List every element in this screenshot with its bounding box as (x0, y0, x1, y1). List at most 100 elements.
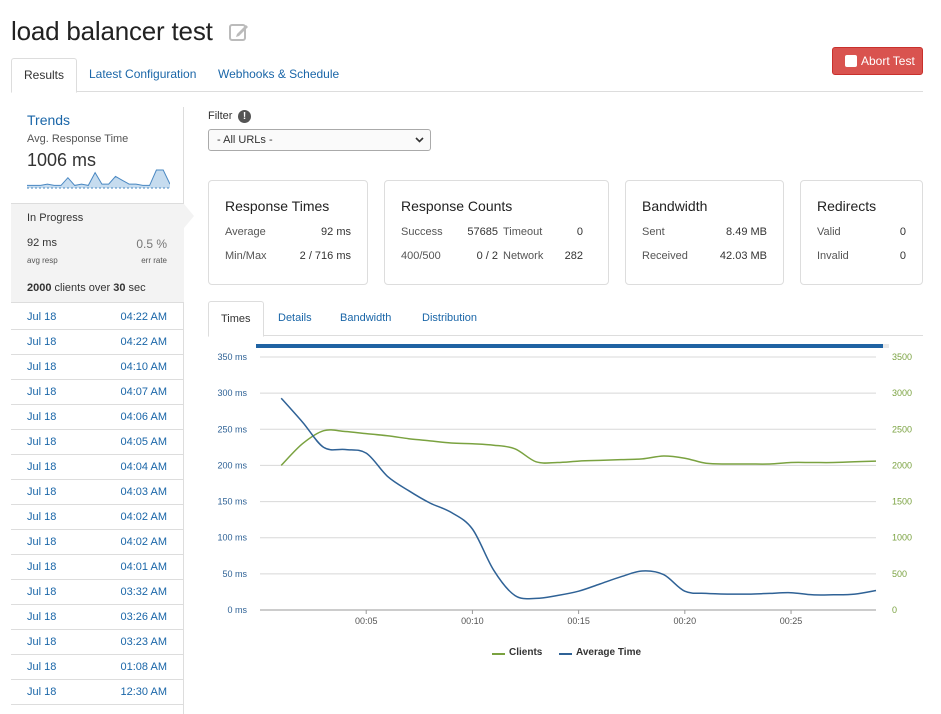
clients-duration: 30 (113, 282, 126, 294)
y-left-tick-label: 150 ms (217, 497, 247, 507)
info-icon[interactable]: ! (238, 110, 251, 123)
tab-results[interactable]: Results (11, 58, 78, 93)
test-run-row[interactable]: Jul 18 04:22 AM (11, 305, 183, 330)
test-run-row[interactable]: Jul 18 03:32 AM (11, 580, 183, 605)
network-value: 282 (564, 250, 583, 262)
test-run-row[interactable]: Jul 18 04:07 AM (11, 380, 183, 405)
clients-count: 2000 (27, 282, 52, 294)
run-time: 04:01 AM (120, 561, 167, 573)
edit-icon[interactable] (228, 21, 250, 43)
y-left-tick-label: 300 ms (217, 388, 247, 398)
valid-value: 0 (899, 226, 906, 238)
redirects-title: Redirects (817, 198, 877, 214)
y-right-tick-label: 3000 (892, 388, 912, 398)
tab-distribution[interactable]: Distribution (410, 301, 489, 336)
test-run-row[interactable]: Jul 18 04:02 AM (11, 505, 183, 530)
run-date: Jul 18 (27, 486, 57, 498)
y-right-tick-label: 3500 (892, 352, 912, 362)
run-time: 04:05 AM (120, 436, 167, 448)
run-time: 03:32 AM (120, 586, 167, 598)
run-date: Jul 18 (27, 336, 57, 348)
chart-legend: Clients Average Time (0, 647, 941, 661)
y-left-tick-label: 200 ms (217, 460, 247, 470)
legend-clients-label: Clients (509, 647, 543, 658)
invalid-label: Invalid (817, 250, 849, 262)
redirects-card: Redirects Valid 0 Invalid 0 (800, 180, 923, 285)
avg-resp-value: 92 ms (27, 237, 57, 249)
run-date: Jul 18 (27, 561, 57, 573)
y-left-tick-label: 250 ms (217, 424, 247, 434)
test-run-row[interactable]: Jul 18 12:30 AM (11, 680, 183, 705)
trends-sparkline (27, 169, 170, 189)
y-right-tick-label: 500 (892, 569, 907, 579)
test-run-row[interactable]: Jul 18 04:02 AM (11, 530, 183, 555)
page-title: load balancer test (11, 16, 213, 46)
test-run-row[interactable]: Jul 18 04:01 AM (11, 555, 183, 580)
run-time: 04:06 AM (120, 411, 167, 423)
y-right-tick-label: 1000 (892, 533, 912, 543)
valid-label: Valid (817, 226, 841, 238)
err-rate-value: 0.5 % (136, 237, 167, 251)
test-run-row[interactable]: Jul 18 04:04 AM (11, 455, 183, 480)
received-value: 42.03 MB (719, 250, 767, 262)
run-time: 04:04 AM (120, 461, 167, 473)
y-right-tick-label: 2000 (892, 460, 912, 470)
test-run-row[interactable]: Jul 18 04:03 AM (11, 480, 183, 505)
run-date: Jul 18 (27, 611, 57, 623)
avg-resp-label: avg resp (27, 256, 58, 265)
run-date: Jul 18 (27, 436, 57, 448)
clients-series-line (280, 429, 877, 466)
clients-summary: 2000 clients over 30 sec (27, 282, 146, 294)
y-right-tick-label: 0 (892, 605, 897, 615)
success-label: Success (401, 226, 443, 238)
trends-subtitle: Avg. Response Time (27, 133, 129, 145)
run-date: Jul 18 (27, 386, 57, 398)
run-date: Jul 18 (27, 411, 57, 423)
sidebar: Trends Avg. Response Time 1006 ms In Pro… (11, 107, 194, 714)
tab-latest-configuration[interactable]: Latest Configuration (77, 58, 208, 92)
clients-unit: sec (125, 282, 146, 294)
y-left-tick-label: 350 ms (217, 352, 247, 362)
test-run-row[interactable]: Jul 18 04:06 AM (11, 405, 183, 430)
tab-bandwidth[interactable]: Bandwidth (328, 301, 403, 336)
run-time: 04:22 AM (120, 311, 167, 323)
network-label: Network (503, 250, 544, 262)
tab-times[interactable]: Times (208, 301, 264, 337)
test-run-list: Jul 18 04:22 AM Jul 18 04:22 AM Jul 18 04:10 … (11, 305, 183, 705)
run-date: Jul 18 (27, 511, 57, 523)
trends-title[interactable]: Trends (27, 112, 70, 128)
test-run-row[interactable]: Jul 18 04:10 AM (11, 355, 183, 380)
test-run-row[interactable]: Jul 18 03:26 AM (11, 605, 183, 630)
y-left-tick-label: 0 ms (227, 605, 247, 615)
err-rate-label: err rate (141, 256, 167, 265)
abort-test-button[interactable]: Abort Test (832, 47, 923, 75)
abort-test-label: Abort Test (861, 54, 915, 68)
test-run-row[interactable]: Jul 18 04:05 AM (11, 430, 183, 455)
run-date: Jul 18 (27, 586, 57, 598)
test-run-row[interactable]: Jul 18 04:22 AM (11, 330, 183, 355)
url-filter-select[interactable]: - All URLs - (208, 129, 431, 151)
selected-arrow (184, 204, 194, 228)
timeout-value: 0 (576, 226, 583, 238)
tab-webhooks-schedule[interactable]: Webhooks & Schedule (206, 58, 351, 92)
chevron-down-icon (415, 137, 424, 143)
stop-icon (845, 55, 857, 67)
run-time: 01:08 AM (120, 661, 167, 673)
bandwidth-card: Bandwidth Sent 8.49 MB Received 42.03 MB (625, 180, 784, 285)
run-date: Jul 18 (27, 536, 57, 548)
run-date: Jul 18 (27, 311, 57, 323)
response-times-title: Response Times (225, 198, 330, 214)
y-right-tick-label: 1500 (892, 497, 912, 507)
run-date: Jul 18 (27, 686, 57, 698)
x-tick-label: 00:15 (567, 616, 590, 626)
response-counts-title: Response Counts (401, 198, 513, 214)
received-label: Received (642, 250, 688, 262)
tab-details[interactable]: Details (266, 301, 324, 336)
run-time: 12:30 AM (120, 686, 167, 698)
response-times-card: Response Times Average 92 ms Min/Max 2 /… (208, 180, 368, 285)
y-left-tick-label: 100 ms (217, 533, 247, 543)
run-date: Jul 18 (27, 361, 57, 373)
url-filter-value: - All URLs - (217, 134, 273, 146)
run-time: 04:22 AM (120, 336, 167, 348)
success-value: 57685 (467, 226, 498, 238)
